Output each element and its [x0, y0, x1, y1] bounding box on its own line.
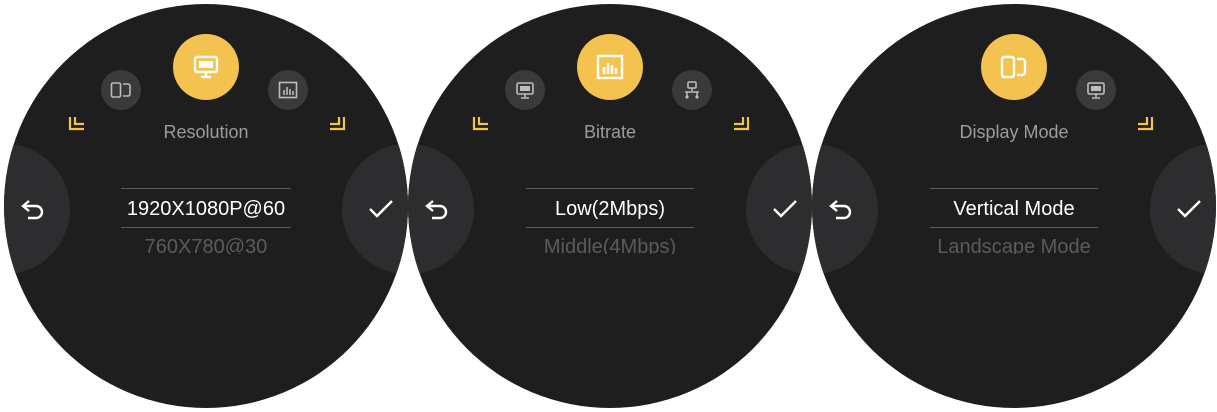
bitrate-icon[interactable]: [577, 34, 643, 100]
selection-line-top: [121, 188, 291, 189]
monitor-icon[interactable]: [505, 70, 545, 110]
selection-line-bottom: [121, 227, 291, 228]
screen-title: Bitrate: [583, 122, 637, 142]
next-option[interactable]: 760X780@30: [4, 236, 408, 254]
selection-line-bottom: [526, 227, 694, 228]
selected-option[interactable]: Low(2Mbps): [408, 198, 812, 221]
next-option[interactable]: Middle(4Mbps): [408, 236, 812, 254]
watch-screen-bitrate: Bitrate Low(2Mbps) Middle(4Mbps): [408, 4, 812, 408]
next-option[interactable]: Landscape Mode: [812, 236, 1216, 254]
selected-option[interactable]: 1920X1080P@60: [4, 198, 408, 221]
selection-line-bottom: [930, 227, 1098, 228]
selection-line-top: [930, 188, 1098, 189]
monitor-icon[interactable]: [173, 34, 239, 100]
watch-screen-resolution: Resolution 1920X1080P@60 760X780@30: [4, 4, 408, 408]
monitor-icon[interactable]: [1076, 70, 1116, 110]
screen-title: Resolution: [163, 122, 249, 142]
selected-option[interactable]: Vertical Mode: [812, 198, 1216, 221]
display-mode-icon[interactable]: [981, 34, 1047, 100]
display-mode-icon[interactable]: [101, 70, 141, 110]
selection-line-top: [526, 188, 694, 189]
network-icon[interactable]: [672, 70, 712, 110]
watch-screen-display-mode: Display Mode Vertical Mode Landscape Mod…: [812, 4, 1216, 408]
screen-title: Display Mode: [959, 122, 1069, 142]
bitrate-icon[interactable]: [268, 70, 308, 110]
